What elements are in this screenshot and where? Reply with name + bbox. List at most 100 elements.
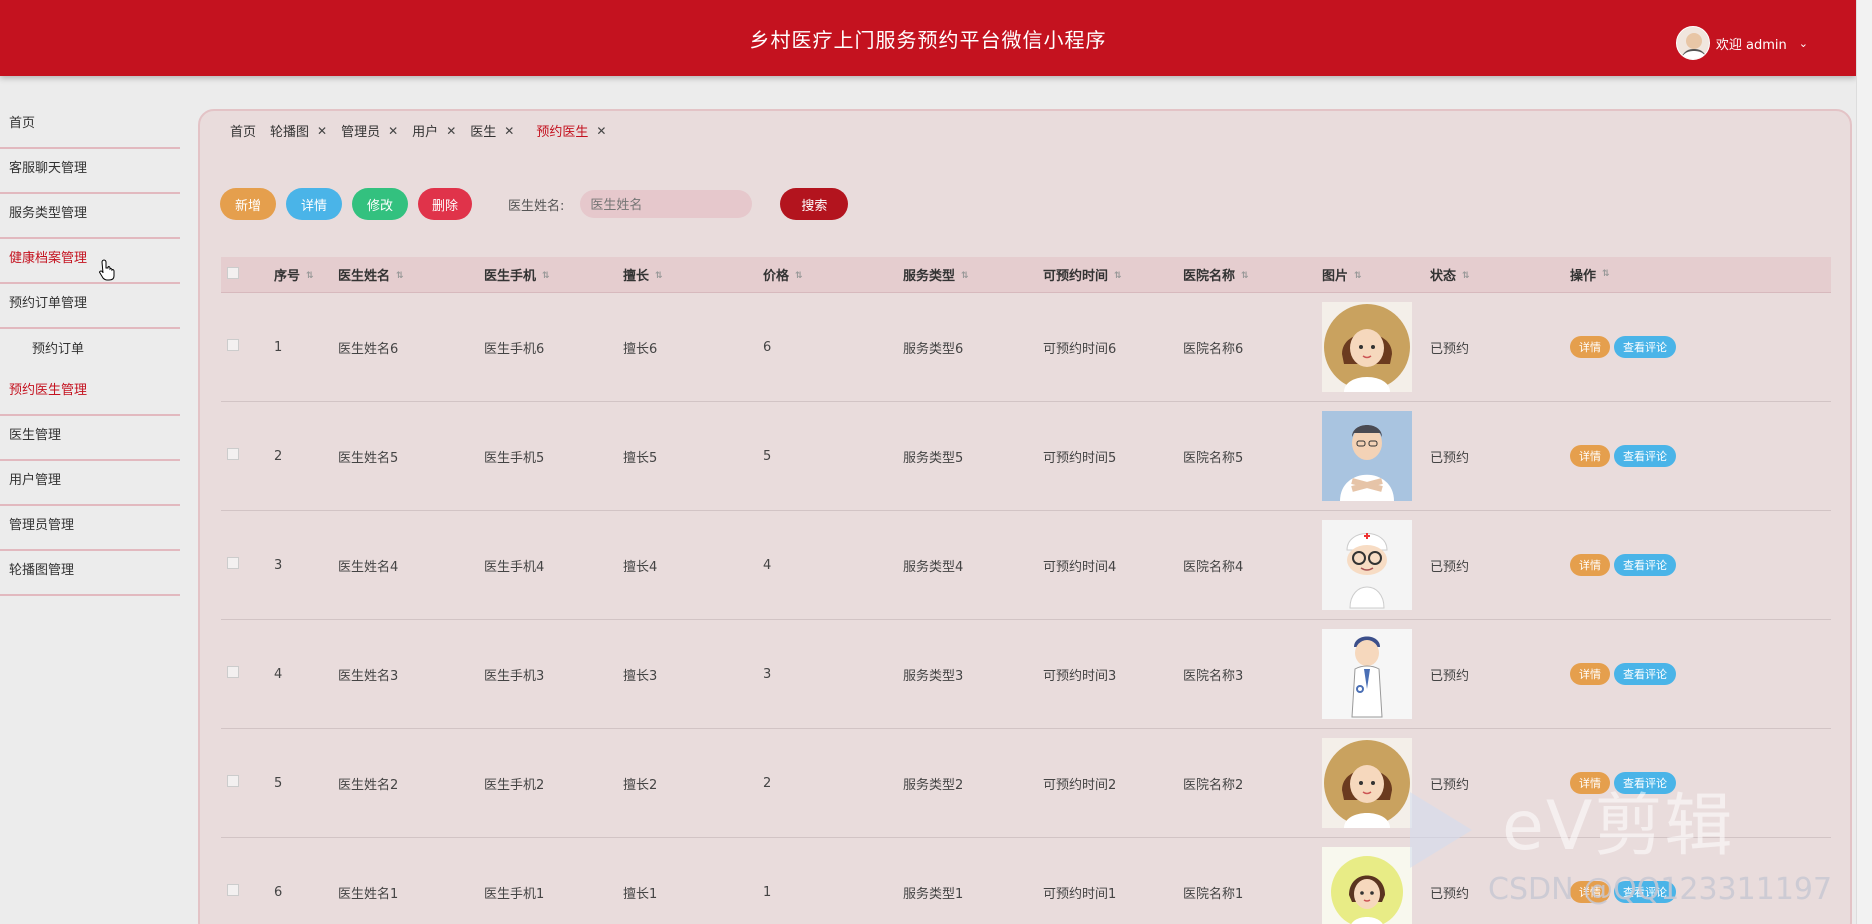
cell-status: 已预约: [1430, 341, 1470, 357]
sort-icon: ⇅: [1241, 271, 1249, 281]
column-header[interactable]: 序号 ⇅: [274, 265, 338, 284]
cell-status: 已预约: [1430, 668, 1470, 684]
column-header[interactable]: 状态 ⇅: [1430, 265, 1570, 284]
doctor-photo[interactable]: [1322, 847, 1412, 924]
row-review-button[interactable]: 查看评论: [1614, 445, 1676, 467]
select-all-checkbox[interactable]: [227, 266, 239, 279]
cell-specialty: 擅长4: [623, 559, 658, 575]
table-row[interactable]: 1 医生姓名6 医生手机6 擅长6 6 服务类型6 可预约时间6 医院名称6 已…: [221, 293, 1831, 402]
tab-appointment-doctor[interactable]: 预约医生 ✕: [536, 121, 606, 141]
doctor-photo[interactable]: [1322, 411, 1412, 501]
cell-phone: 医生手机5: [484, 450, 545, 466]
column-header[interactable]: 医生姓名 ⇅: [338, 265, 484, 284]
cell-specialty: 擅长6: [623, 341, 658, 357]
sidebar-item-chat[interactable]: 客服聊天管理: [0, 149, 180, 194]
table-row[interactable]: 3 医生姓名4 医生手机4 擅长4 4 服务类型4 可预约时间4 医院名称4 已…: [221, 511, 1831, 620]
top-header: 乡村医疗上门服务预约平台微信小程序 欢迎 admin ⌄: [0, 0, 1856, 76]
column-header[interactable]: 操作 ⇅: [1570, 265, 1770, 284]
doctor-photo[interactable]: [1322, 520, 1412, 610]
sort-icon: ⇅: [1354, 271, 1362, 281]
add-button[interactable]: 新增: [220, 188, 276, 220]
cell-phone: 医生手机3: [484, 668, 545, 684]
column-header[interactable]: 医生手机 ⇅: [484, 265, 623, 284]
tab-doctor[interactable]: 医生 ✕: [470, 121, 514, 141]
tab-bar: 首页 轮播图 ✕ 管理员 ✕ 用户 ✕ 医生 ✕ 预约医生 ✕: [230, 121, 620, 141]
column-header[interactable]: 服务类型 ⇅: [903, 265, 1043, 284]
column-header[interactable]: 擅长 ⇅: [623, 265, 763, 284]
cell-specialty: 擅长1: [623, 886, 658, 902]
cell-specialty: 擅长2: [623, 777, 658, 793]
row-detail-button[interactable]: 详情: [1570, 554, 1610, 576]
cell-phone: 医生手机2: [484, 777, 545, 793]
search-button[interactable]: 搜索: [780, 188, 849, 220]
row-checkbox[interactable]: [227, 339, 239, 351]
cell-hospital: 医院名称2: [1183, 777, 1244, 793]
table-header: 序号 ⇅ 医生姓名 ⇅ 医生手机 ⇅ 擅长 ⇅ 价格 ⇅ 服务类型 ⇅ 可预约时间 ⇅ 医院名…: [221, 257, 1831, 293]
cell-price: 2: [763, 775, 772, 791]
cell-price: 4: [763, 557, 772, 573]
sidebar-item-order-mgmt[interactable]: 预约订单管理: [0, 284, 180, 329]
cell-service-type: 服务类型6: [903, 341, 964, 357]
cell-service-type: 服务类型2: [903, 777, 964, 793]
doctor-photo[interactable]: [1322, 629, 1412, 719]
row-checkbox[interactable]: [227, 666, 239, 678]
close-icon[interactable]: ✕: [388, 124, 398, 138]
close-icon[interactable]: ✕: [504, 124, 514, 138]
sidebar-item-health-record[interactable]: 健康档案管理: [0, 239, 180, 284]
sidebar-item-appointment-doctor[interactable]: 预约医生管理: [0, 371, 180, 416]
cell-time: 可预约时间1: [1043, 886, 1117, 902]
cell-hospital: 医院名称3: [1183, 668, 1244, 684]
sort-icon: ⇅: [396, 271, 404, 281]
row-detail-button[interactable]: 详情: [1570, 336, 1610, 358]
tab-user[interactable]: 用户 ✕: [412, 121, 456, 141]
row-checkbox[interactable]: [227, 557, 239, 569]
row-detail-button[interactable]: 详情: [1570, 445, 1610, 467]
sidebar-item-doctor[interactable]: 医生管理: [0, 416, 180, 461]
cell-hospital: 医院名称1: [1183, 886, 1244, 902]
close-icon[interactable]: ✕: [317, 124, 327, 138]
search-input[interactable]: [580, 190, 753, 218]
sort-icon: ⇅: [655, 271, 663, 281]
delete-button[interactable]: 删除: [418, 188, 472, 220]
user-menu[interactable]: 欢迎 admin ⌄: [1675, 26, 1808, 60]
table-row[interactable]: 2 医生姓名5 医生手机5 擅长5 5 服务类型5 可预约时间5 医院名称5 已…: [221, 402, 1831, 511]
cell-name: 医生姓名1: [338, 886, 399, 902]
sidebar-item-user[interactable]: 用户管理: [0, 461, 180, 506]
sidebar-item-carousel[interactable]: 轮播图管理: [0, 551, 180, 596]
sidebar-item-service-type[interactable]: 服务类型管理: [0, 194, 180, 239]
sidebar-item-home[interactable]: 首页: [0, 104, 180, 149]
doctor-photo[interactable]: [1322, 738, 1412, 828]
sidebar-item-admin[interactable]: 管理员管理: [0, 506, 180, 551]
edit-button[interactable]: 修改: [352, 188, 408, 220]
page-scrollbar[interactable]: [1856, 0, 1872, 924]
close-icon[interactable]: ✕: [596, 124, 606, 138]
doctor-photo[interactable]: [1322, 302, 1412, 392]
chevron-down-icon[interactable]: ⌄: [1799, 37, 1808, 50]
column-header[interactable]: 医院名称 ⇅: [1183, 265, 1322, 284]
row-checkbox[interactable]: [227, 775, 239, 787]
row-checkbox[interactable]: [227, 884, 239, 896]
row-review-button[interactable]: 查看评论: [1614, 554, 1676, 576]
hand-cursor-icon: [99, 259, 115, 281]
cell-phone: 医生手机1: [484, 886, 545, 902]
cell-time: 可预约时间4: [1043, 559, 1117, 575]
sort-icon: ⇅: [1602, 269, 1610, 279]
row-checkbox[interactable]: [227, 448, 239, 460]
sidebar-subitem-order[interactable]: 预约订单: [0, 329, 180, 371]
cell-no: 6: [274, 884, 283, 900]
table-row[interactable]: 4 医生姓名3 医生手机3 擅长3 3 服务类型3 可预约时间3 医院名称3 已…: [221, 620, 1831, 729]
sort-icon: ⇅: [1114, 271, 1122, 281]
row-review-button[interactable]: 查看评论: [1614, 663, 1676, 685]
row-detail-button[interactable]: 详情: [1570, 663, 1610, 685]
detail-button[interactable]: 详情: [286, 188, 342, 220]
tab-admin[interactable]: 管理员 ✕: [341, 121, 398, 141]
column-header[interactable]: 价格 ⇅: [763, 265, 903, 284]
column-header[interactable]: 图片 ⇅: [1322, 265, 1430, 284]
tab-carousel[interactable]: 轮播图 ✕: [270, 121, 327, 141]
close-icon[interactable]: ✕: [446, 124, 456, 138]
cell-service-type: 服务类型4: [903, 559, 964, 575]
cell-service-type: 服务类型5: [903, 450, 964, 466]
tab-home[interactable]: 首页: [230, 121, 256, 140]
row-review-button[interactable]: 查看评论: [1614, 336, 1676, 358]
column-header[interactable]: 可预约时间 ⇅: [1043, 265, 1183, 284]
